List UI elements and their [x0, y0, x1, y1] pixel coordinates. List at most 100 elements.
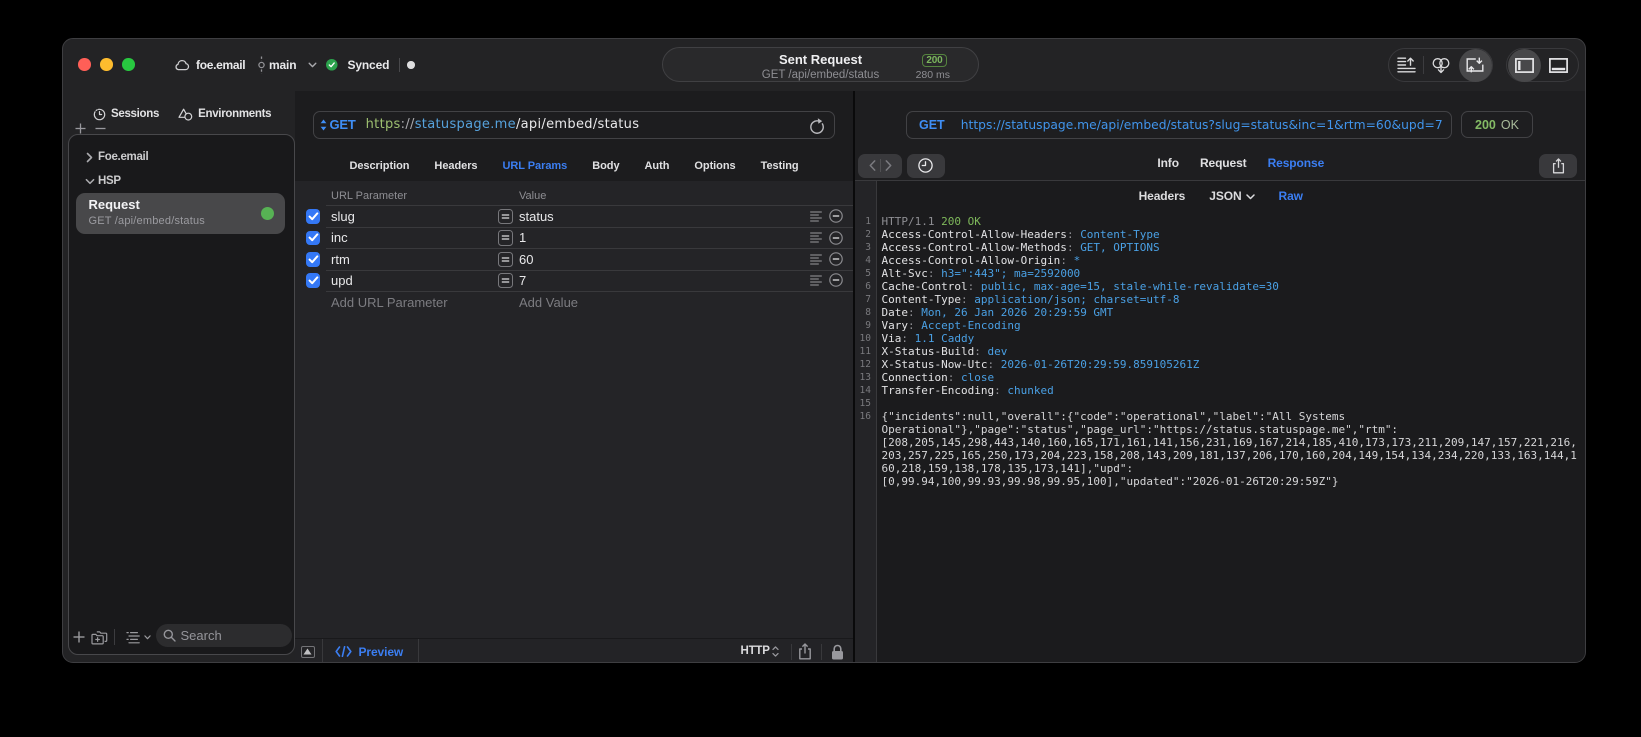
line-number: 4 — [865, 254, 871, 266]
tab-info[interactable]: Info — [1157, 156, 1179, 170]
response-request-method: GET — [919, 117, 945, 132]
tab-sessions[interactable]: Sessions — [93, 108, 159, 121]
param-options-button[interactable] — [809, 232, 822, 243]
line-number: 2 — [865, 228, 871, 240]
param-name[interactable]: upd — [331, 273, 353, 288]
remove-param-button[interactable] — [828, 209, 843, 224]
protocol-selector[interactable]: HTTP — [741, 645, 770, 657]
add-request-button[interactable] — [69, 631, 88, 643]
chevron-left-icon[interactable] — [869, 160, 876, 171]
param-checkbox[interactable] — [305, 251, 321, 267]
tab-url-params[interactable]: URL Params — [503, 160, 568, 172]
add-value-placeholder[interactable]: Add Value — [519, 295, 578, 310]
export-response-button[interactable] — [1539, 153, 1577, 178]
chevron-right-icon[interactable] — [885, 160, 892, 171]
tab-testing[interactable]: Testing — [761, 160, 799, 172]
updown-chevrons-icon[interactable] — [771, 646, 779, 657]
history-button[interactable] — [906, 153, 945, 178]
tab-body[interactable]: Body — [592, 160, 619, 172]
tree-item-request-selected[interactable]: Request GET /api/embed/status — [76, 193, 285, 234]
toolbar-group-actions — [1388, 48, 1493, 82]
app-window: foe.email main Synced Sent Request GET /… — [62, 38, 1586, 663]
tab-headers[interactable]: Headers — [434, 160, 477, 172]
close-window-button[interactable] — [78, 58, 91, 71]
param-options-button[interactable] — [809, 275, 822, 286]
search-input[interactable]: Search — [155, 624, 292, 647]
check-icon — [308, 255, 318, 264]
header-colon: : — [1060, 253, 1074, 267]
share-request-button[interactable] — [798, 643, 812, 660]
url-bar[interactable]: GET https://statuspage.me/api/embed/stat… — [312, 110, 835, 139]
remove-param-button[interactable] — [828, 230, 843, 245]
response-header-line: 7 Content-Type: application/json; charset… — [855, 293, 1586, 306]
param-column-header: URL Parameter — [331, 190, 408, 202]
add-url-parameter-placeholder[interactable]: Add URL Parameter — [331, 295, 448, 310]
new-folder-button[interactable] — [88, 630, 110, 645]
request-url[interactable]: https://statuspage.me/api/embed/status — [366, 117, 640, 132]
minus-icon[interactable] — [95, 123, 106, 134]
param-checkbox[interactable] — [305, 273, 321, 289]
param-name[interactable]: rtm — [331, 252, 350, 267]
toast-status-badge: 200 — [921, 53, 947, 67]
link-pull-button[interactable] — [1424, 48, 1458, 82]
param-value[interactable]: 7 — [519, 273, 526, 288]
subtab-json[interactable]: JSON — [1209, 189, 1255, 203]
search-icon — [163, 629, 176, 642]
tab-request[interactable]: Request — [1200, 156, 1247, 170]
param-options-button[interactable] — [809, 211, 822, 222]
param-checkbox[interactable] — [305, 209, 321, 224]
updown-chevrons-glyph — [771, 646, 779, 657]
list-options-button[interactable] — [119, 631, 151, 644]
param-value[interactable]: status — [519, 209, 554, 224]
project-menu[interactable]: foe.email — [174, 39, 246, 91]
subtab-headers[interactable]: Headers — [1139, 189, 1186, 203]
branch-menu[interactable]: main — [257, 39, 317, 91]
send-queue-button[interactable] — [1389, 48, 1423, 82]
sidebar-left-icon — [1514, 57, 1534, 73]
toggle-bottom-panel-button[interactable] — [1541, 48, 1575, 82]
line-text: Date: Mon, 26 Jan 2026 20:29:59 GMT — [876, 306, 1114, 319]
tree-item-label: HSP — [98, 175, 121, 187]
param-name[interactable]: inc — [331, 230, 348, 245]
param-options-button[interactable] — [809, 254, 822, 265]
line-text: 203,257,225,165,250,173,204,223,158,208,… — [876, 449, 1577, 462]
zoom-window-button[interactable] — [122, 58, 135, 71]
send-request-button[interactable] — [809, 118, 825, 134]
tab-response[interactable]: Response — [1268, 156, 1325, 170]
tab-environments[interactable]: Environments — [178, 108, 272, 121]
sync-transfer-button[interactable] — [1458, 48, 1492, 82]
param-checkbox[interactable] — [305, 230, 321, 246]
header-colon: : — [927, 266, 942, 280]
toggle-sidebar-button[interactable] — [1507, 48, 1541, 82]
remove-param-button[interactable] — [828, 252, 843, 266]
preview-label[interactable]: Preview — [359, 645, 404, 659]
sync-status[interactable]: Synced — [326, 39, 389, 91]
sent-request-toast[interactable]: Sent Request GET /api/embed/status 200 2… — [662, 47, 979, 82]
param-value[interactable]: 60 — [519, 252, 533, 267]
line-number: 15 — [859, 397, 871, 409]
http-status: 200 OK — [941, 214, 981, 228]
param-value[interactable]: 1 — [519, 230, 526, 245]
plus-icon[interactable] — [75, 123, 86, 134]
request-method[interactable]: GET — [330, 117, 356, 132]
lock-icon[interactable] — [831, 644, 844, 660]
remove-param-button[interactable] — [828, 273, 843, 288]
subtab-raw[interactable]: Raw — [1279, 189, 1303, 203]
header-colon: : — [947, 370, 961, 384]
tab-auth[interactable]: Auth — [645, 160, 670, 172]
title-bar: foe.email main Synced Sent Request GET /… — [63, 39, 1585, 91]
param-row: inc 1 — [295, 227, 854, 248]
minimize-window-button[interactable] — [100, 58, 113, 71]
code-preview-toggle[interactable] — [334, 646, 352, 657]
tree-item-hsp[interactable]: HSP — [85, 175, 121, 187]
tree-item-foe-email[interactable]: Foe.email — [85, 151, 149, 163]
minus-circle-icon — [828, 209, 843, 224]
tab-description[interactable]: Description — [349, 160, 409, 172]
sent-request-url[interactable]: GET https://statuspage.me/api/embed/stat… — [906, 110, 1452, 139]
param-name[interactable]: slug — [331, 209, 355, 224]
collapse-panel-button[interactable] — [300, 645, 315, 658]
titlebar-separator — [399, 58, 400, 72]
project-name: foe.email — [196, 58, 246, 72]
line-number: 8 — [865, 306, 871, 318]
tab-options[interactable]: Options — [694, 160, 735, 172]
